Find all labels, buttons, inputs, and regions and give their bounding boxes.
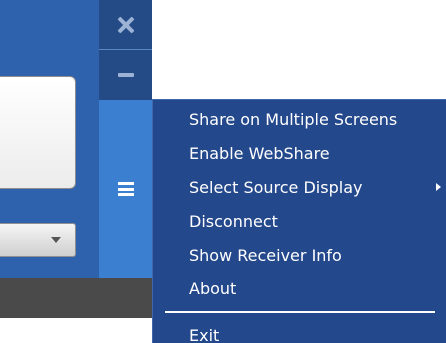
- menu-item-about[interactable]: About: [189, 274, 236, 304]
- menu-item-show-receiver-info[interactable]: Show Receiver Info: [189, 241, 342, 271]
- source-dropdown[interactable]: [0, 223, 76, 257]
- menu-button[interactable]: [99, 100, 152, 278]
- menu-item-select-source-display[interactable]: Select Source Display: [189, 173, 362, 203]
- display-preview-panel[interactable]: [0, 76, 76, 189]
- hamburger-menu-icon: [117, 182, 134, 196]
- menu-item-exit[interactable]: Exit: [189, 321, 219, 343]
- close-button[interactable]: [99, 0, 152, 49]
- minimize-button[interactable]: [99, 50, 152, 100]
- minimize-icon: [117, 73, 134, 77]
- window-control-strip: [99, 0, 152, 278]
- context-menu: Share on Multiple Screens Enable WebShar…: [152, 99, 446, 343]
- menu-item-share-multiple-screens[interactable]: Share on Multiple Screens: [189, 105, 397, 135]
- close-icon: [118, 17, 134, 33]
- chevron-down-icon[interactable]: [51, 237, 61, 243]
- app-footer: [0, 278, 152, 318]
- screen: Share on Multiple Screens Enable WebShar…: [0, 0, 446, 343]
- menu-separator: [165, 311, 435, 313]
- submenu-arrow-icon: [436, 183, 441, 191]
- menu-item-enable-webshare[interactable]: Enable WebShare: [189, 139, 330, 169]
- menu-item-disconnect[interactable]: Disconnect: [189, 207, 278, 237]
